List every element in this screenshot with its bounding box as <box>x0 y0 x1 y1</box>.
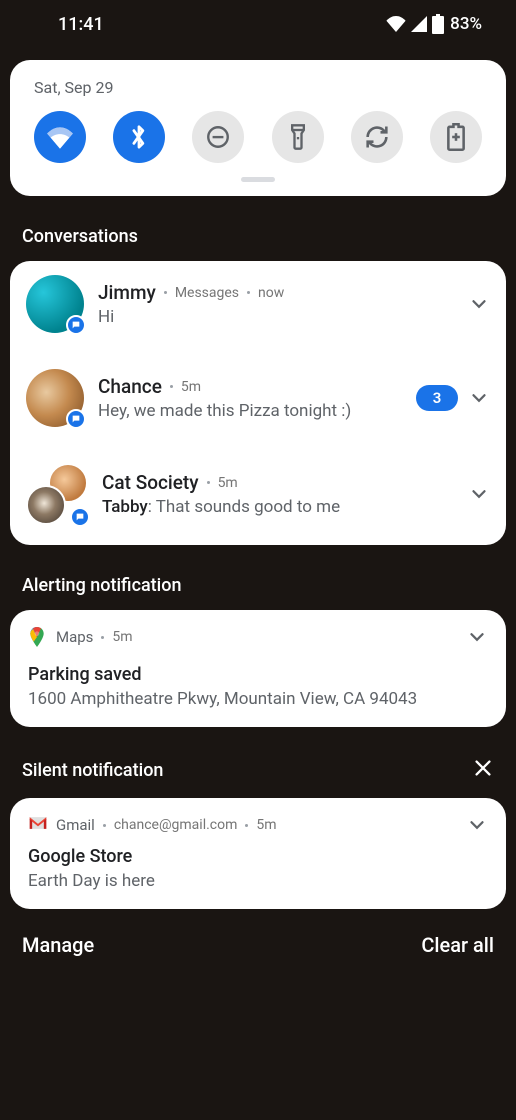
group-avatar <box>26 463 88 525</box>
qs-drag-handle[interactable] <box>241 177 275 182</box>
wifi-icon <box>386 16 406 32</box>
separator-dot-icon <box>247 291 250 294</box>
separator-dot-icon <box>164 291 167 294</box>
separator-dot-icon <box>103 824 106 827</box>
expand-chevron-icon[interactable] <box>468 483 490 505</box>
gmail-account: chance@gmail.com <box>114 817 238 833</box>
conversation-time: 5m <box>218 475 238 491</box>
conversation-item[interactable]: Chance 5m Hey, we made this Pizza tonigh… <box>10 347 506 441</box>
conversation-text: Hi <box>98 307 454 327</box>
battery-saver-toggle[interactable] <box>430 111 482 163</box>
conversation-sender: Tabby <box>102 497 148 517</box>
wifi-toggle[interactable] <box>34 111 86 163</box>
dnd-toggle[interactable] <box>192 111 244 163</box>
maps-app-icon <box>28 627 48 647</box>
autorotate-toggle[interactable] <box>351 111 403 163</box>
separator-dot-icon <box>207 481 210 484</box>
maps-time: 5m <box>112 629 132 645</box>
qs-date: Sat, Sep 29 <box>34 78 486 97</box>
conversation-item[interactable]: Jimmy Messages now Hi <box>10 261 506 347</box>
maps-app-name: Maps <box>56 628 93 646</box>
cellular-icon <box>410 16 428 32</box>
gmail-notification[interactable]: Gmail chance@gmail.com 5m Google Store E… <box>10 798 506 909</box>
clear-all-button[interactable]: Clear all <box>421 933 494 957</box>
dock-blur <box>18 1052 498 1108</box>
gmail-body: Earth Day is here <box>28 871 488 891</box>
maps-body: 1600 Amphitheatre Pkwy, Mountain View, C… <box>28 689 488 709</box>
messages-app-badge-icon <box>66 409 86 429</box>
battery-percent: 83% <box>450 14 482 34</box>
conversations-card: Jimmy Messages now Hi <box>10 261 506 545</box>
separator-dot-icon <box>101 636 104 639</box>
separator-dot-icon <box>170 385 173 388</box>
avatar <box>26 275 84 333</box>
conversation-time: 5m <box>181 379 201 395</box>
messages-app-badge-icon <box>66 315 86 335</box>
status-icons: 83% <box>386 14 482 34</box>
maps-notification[interactable]: Maps 5m Parking saved 1600 Amphitheatre … <box>10 610 506 727</box>
expand-chevron-icon[interactable] <box>466 814 488 836</box>
avatar <box>26 369 84 427</box>
conversation-title: Chance <box>98 375 162 398</box>
conversation-time: now <box>258 285 284 301</box>
expand-chevron-icon[interactable] <box>468 387 490 409</box>
status-bar: 11:41 83% <box>0 0 516 48</box>
unread-count-badge: 3 <box>416 385 458 411</box>
flashlight-toggle[interactable] <box>272 111 324 163</box>
bluetooth-toggle[interactable] <box>113 111 165 163</box>
conversation-app: Messages <box>175 285 239 301</box>
silent-label: Silent notification <box>22 760 163 781</box>
conversation-item[interactable]: Cat Society 5m Tabby: That sounds good t… <box>10 441 506 545</box>
maps-title: Parking saved <box>28 664 488 685</box>
conversations-label: Conversations <box>22 226 138 247</box>
conversation-title: Jimmy <box>98 281 156 304</box>
gmail-title: Google Store <box>28 846 488 867</box>
conversation-text: Tabby: That sounds good to me <box>102 497 454 517</box>
manage-button[interactable]: Manage <box>22 933 94 957</box>
gmail-app-name: Gmail <box>56 816 95 834</box>
conversation-title: Cat Society <box>102 471 199 494</box>
separator-dot-icon <box>245 824 248 827</box>
conversation-message-body: That sounds good to me <box>156 497 340 517</box>
conversations-header: Conversations <box>22 226 494 247</box>
status-time: 11:41 <box>58 14 104 35</box>
conversation-text: Hey, we made this Pizza tonight :) <box>98 401 402 421</box>
battery-icon <box>432 14 444 34</box>
quick-settings-panel: Sat, Sep 29 <box>10 60 506 196</box>
alerting-label: Alerting notification <box>22 575 182 596</box>
gmail-app-icon <box>28 815 48 835</box>
expand-chevron-icon[interactable] <box>466 626 488 648</box>
dismiss-silent-icon[interactable] <box>472 757 494 784</box>
gmail-time: 5m <box>256 817 276 833</box>
alerting-header: Alerting notification <box>22 575 494 596</box>
messages-app-badge-icon <box>70 507 90 527</box>
silent-header: Silent notification <box>22 757 494 784</box>
expand-chevron-icon[interactable] <box>468 293 490 315</box>
